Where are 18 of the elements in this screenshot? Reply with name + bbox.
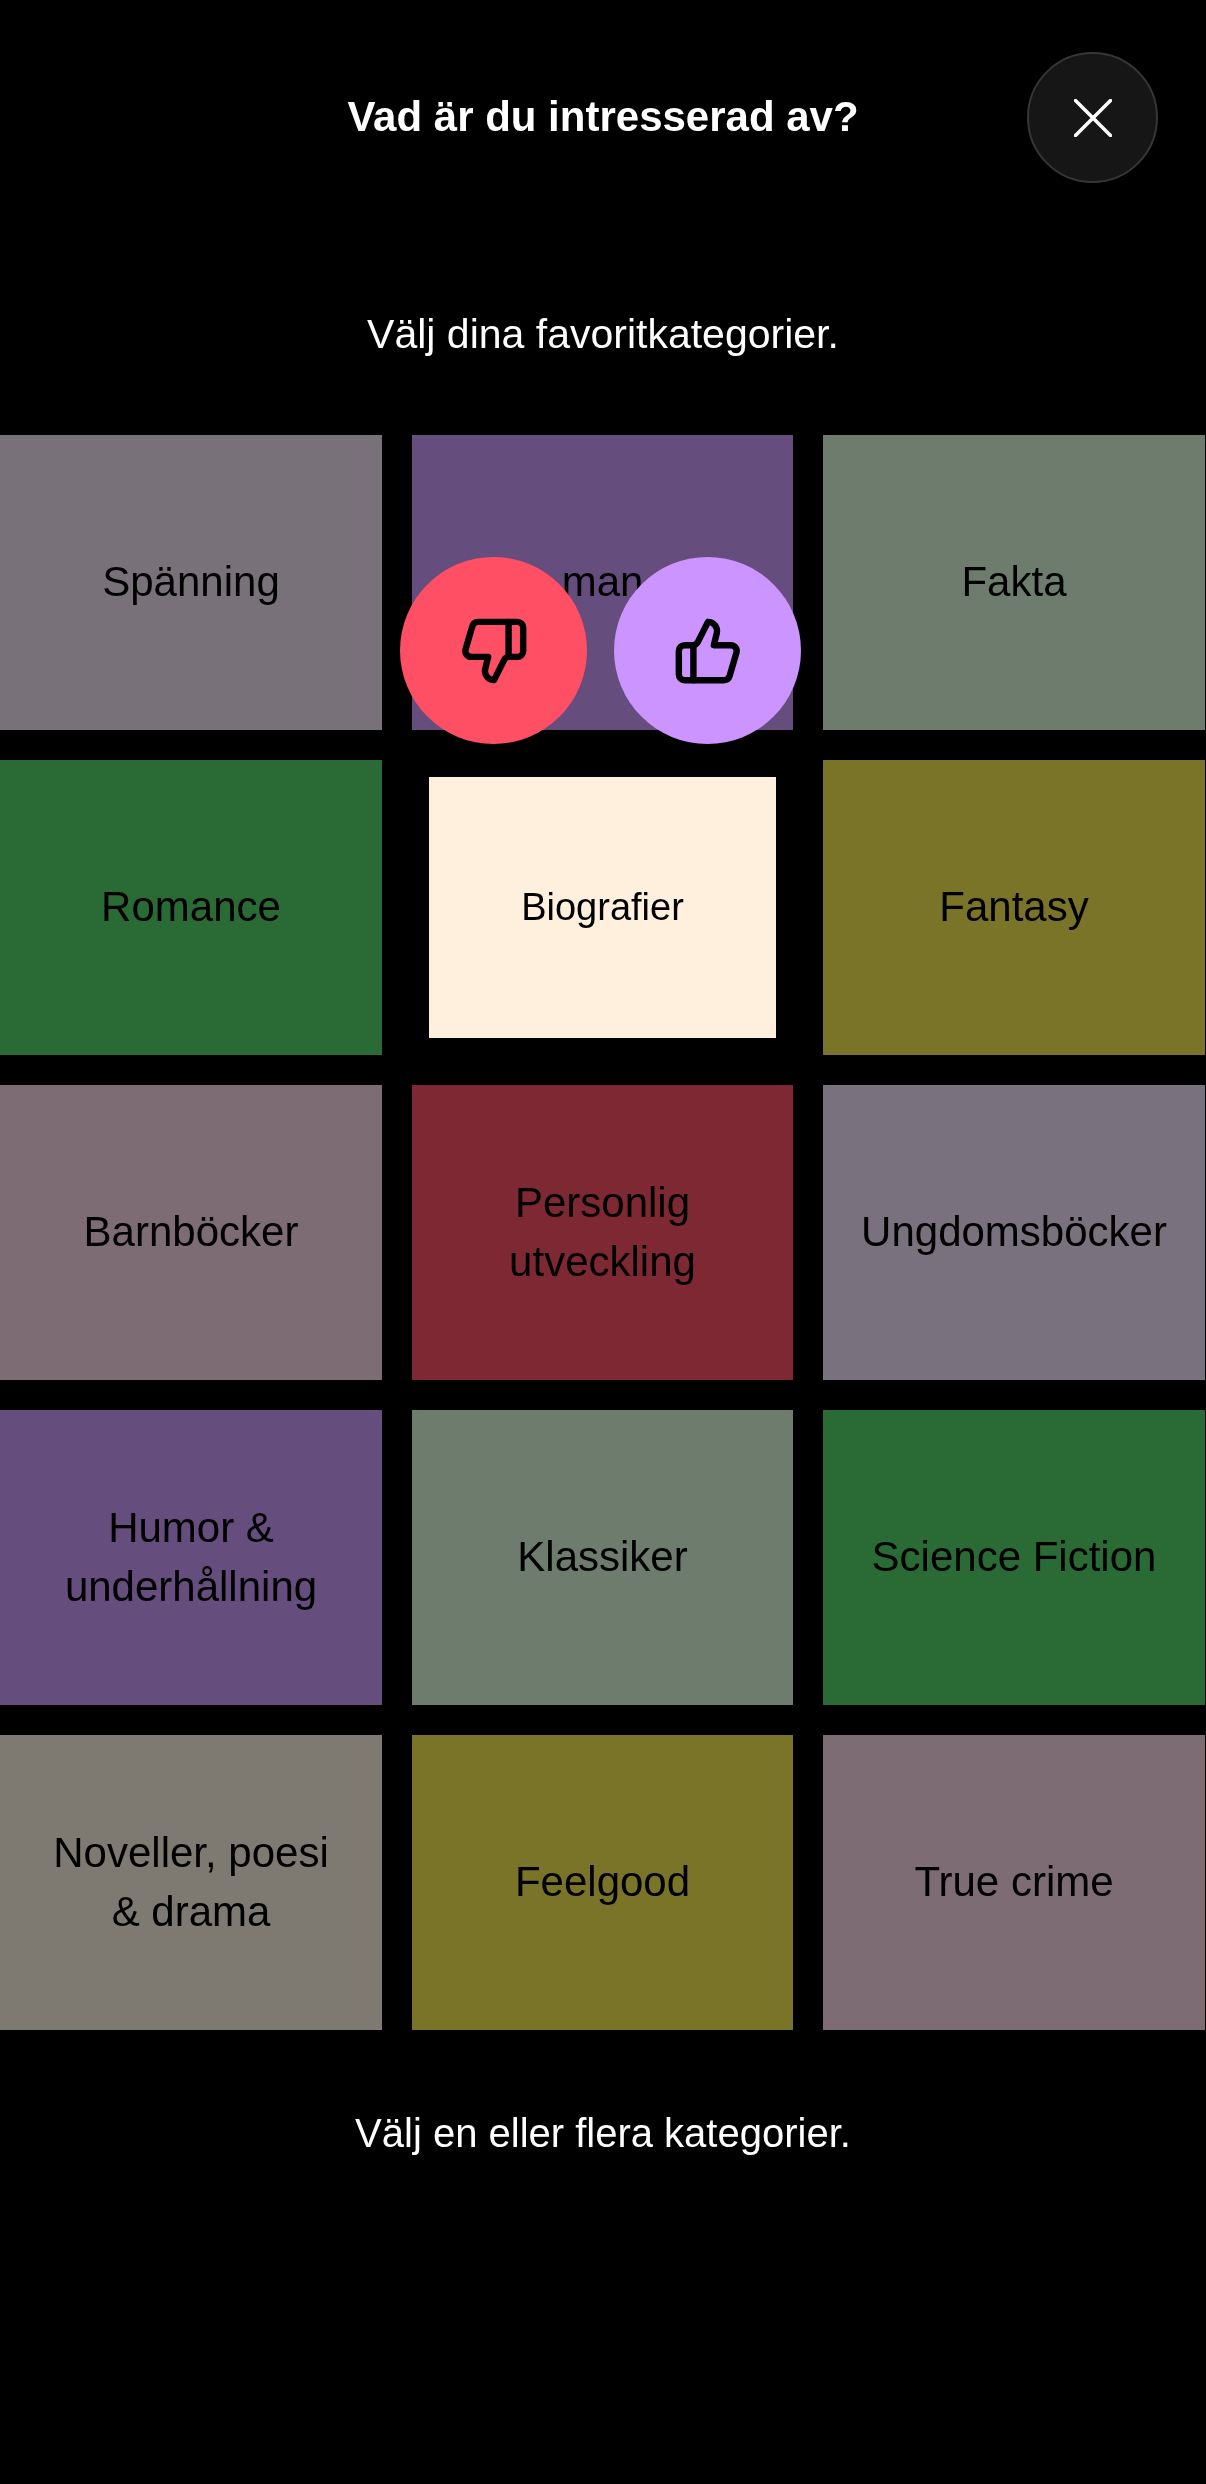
category-tile[interactable]: Biografier <box>429 777 776 1039</box>
category-tile[interactable]: Feelgood <box>412 1735 793 2031</box>
category-tile[interactable]: Spänning <box>0 435 382 731</box>
category-tile[interactable]: Science Fiction <box>823 1410 1205 1706</box>
category-tile[interactable]: Humor & underhållning <box>0 1410 382 1706</box>
category-tile[interactable]: Noveller, poesi & drama <box>0 1735 382 2031</box>
category-tile[interactable]: Fantasy <box>823 760 1205 1056</box>
category-tile[interactable]: Klassiker <box>412 1410 793 1706</box>
category-tile[interactable]: Ungdomsböcker <box>823 1085 1205 1381</box>
category-tile[interactable]: Romance <box>0 760 382 1056</box>
subtitle: Välj dina favoritkategorier. <box>367 310 839 359</box>
category-tile[interactable]: Barnböcker <box>0 1085 382 1381</box>
page-title: Vad är du intresserad av? <box>347 92 859 143</box>
category-tile[interactable]: Personlig utveckling <box>412 1085 793 1381</box>
hint-text: Välj en eller flera kategorier. <box>355 2110 851 2158</box>
category-tile[interactable]: True crime <box>823 1735 1205 2031</box>
close-icon <box>1073 98 1112 137</box>
category-tile[interactable]: Fakta <box>823 435 1205 731</box>
